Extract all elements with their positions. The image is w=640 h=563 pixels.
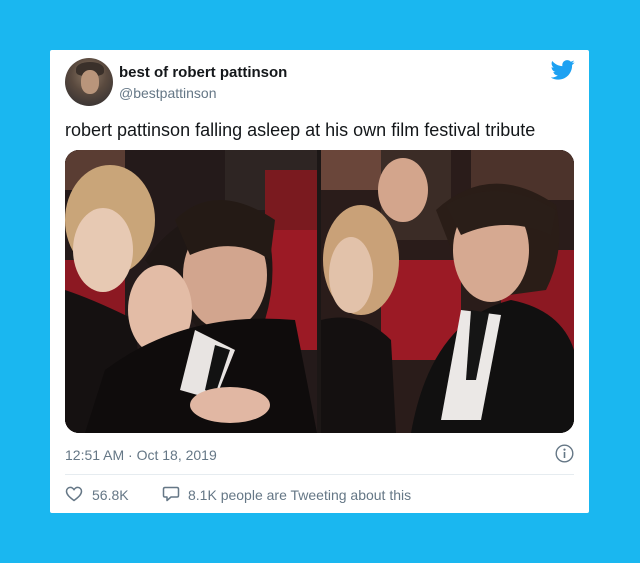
photo-right[interactable] bbox=[321, 150, 574, 433]
photo-right-illustration bbox=[321, 150, 574, 433]
people-tweeting-link[interactable]: 8.1K people are Tweeting about this bbox=[188, 487, 411, 503]
user-handle[interactable]: @bestpattinson bbox=[119, 85, 217, 101]
speech-bubble-icon[interactable] bbox=[162, 485, 180, 503]
like-count[interactable]: 56.8K bbox=[92, 487, 129, 503]
tweet-card: best of robert pattinson @bestpattinson … bbox=[50, 50, 589, 513]
divider bbox=[65, 474, 574, 475]
twitter-bird-icon[interactable] bbox=[551, 60, 575, 80]
info-icon[interactable] bbox=[555, 444, 574, 463]
photo-left-illustration bbox=[65, 150, 317, 433]
photo-left[interactable] bbox=[65, 150, 317, 433]
avatar-face bbox=[81, 70, 99, 94]
tweet-timestamp[interactable]: 12:51 AM · Oct 18, 2019 bbox=[65, 447, 217, 463]
avatar[interactable] bbox=[65, 58, 113, 106]
tweet-media[interactable] bbox=[65, 150, 574, 433]
tweet-text: robert pattinson falling asleep at his o… bbox=[65, 120, 536, 140]
display-name[interactable]: best of robert pattinson bbox=[119, 64, 287, 81]
heart-icon[interactable] bbox=[65, 485, 83, 503]
